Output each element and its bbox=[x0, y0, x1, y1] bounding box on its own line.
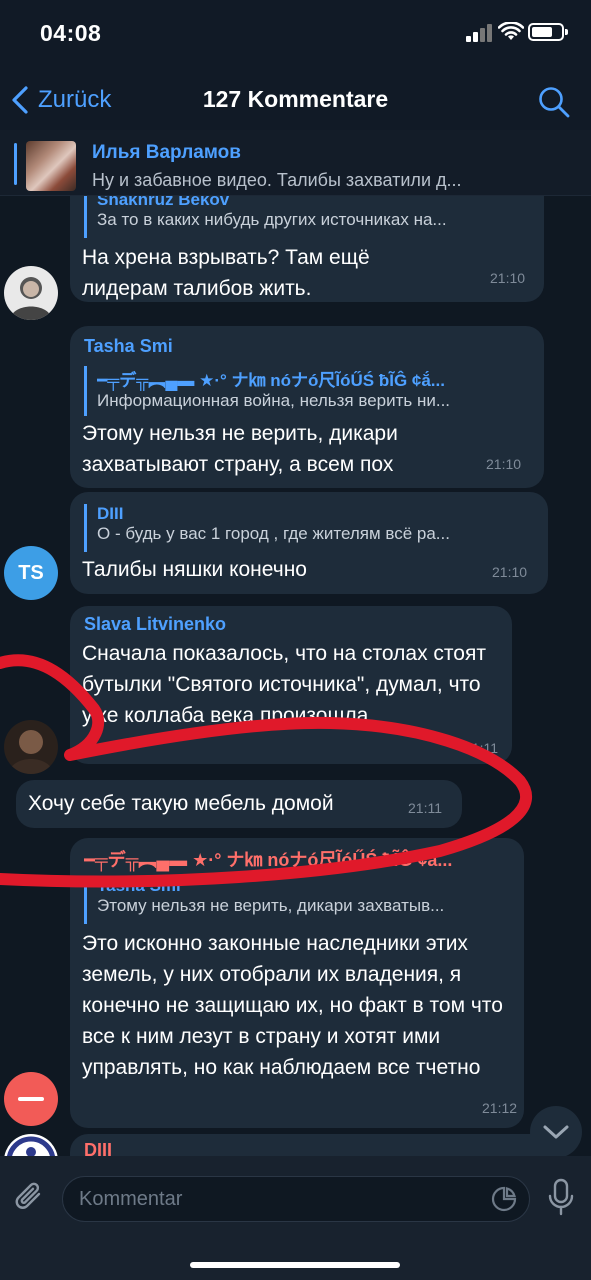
avatar-initials: TS bbox=[18, 561, 44, 584]
comment-time: 21:10 bbox=[490, 270, 526, 286]
sender-name: ━╤デ╦︻▄▬ ★·° ナ㎞ nóナó尺ĨóŰŚ ƀĨĜ ¢ắ... bbox=[84, 850, 453, 870]
comments-list[interactable]: Shakhruz Bekov За то в каких нибудь друг… bbox=[0, 196, 591, 1156]
comment-time: 21:11 bbox=[408, 800, 442, 816]
comment-text: Это исконно законные наследники этих зем… bbox=[82, 932, 503, 1079]
chevron-down-icon bbox=[543, 1125, 569, 1139]
reply-quote[interactable]: ━╤デ╦︻▄▬ ★·° ナ㎞ nóナó尺ĨóŰŚ ƀĨĜ ¢ắ... Инфор… bbox=[84, 366, 530, 416]
comment-bubble[interactable]: Tasha Smi ━╤デ╦︻▄▬ ★·° ナ㎞ nóナó尺ĨóŰŚ ƀĨĜ ¢… bbox=[70, 326, 544, 488]
avatar[interactable]: TS bbox=[4, 546, 58, 600]
home-indicator[interactable] bbox=[190, 1262, 400, 1268]
page-title: 127 Kommentare bbox=[202, 86, 389, 112]
comment-bubble[interactable]: ━╤デ╦︻▄▬ ★·° ナ㎞ nóナó尺ĨóŰŚ ƀĨĜ ¢ắ... Tasha… bbox=[70, 838, 524, 1128]
minus-icon bbox=[18, 1097, 44, 1101]
comment-time: 21:11 bbox=[464, 740, 498, 756]
person-avatar-icon bbox=[10, 277, 52, 320]
comment-text: Хочу себе такую мебель домой bbox=[28, 792, 334, 815]
person-avatar-icon bbox=[8, 730, 54, 774]
quote-author: ━╤デ╦︻▄▬ ★·° ナ㎞ nóナó尺ĨóŰŚ ƀĨĜ ¢ắ... bbox=[97, 371, 445, 390]
pinned-preview: Ну и забавное видео. Талибы захватили д.… bbox=[92, 170, 462, 190]
comment-text: На хрена взрывать? Там ещё лидерам талиб… bbox=[82, 246, 370, 300]
logo-avatar-icon bbox=[7, 1136, 55, 1156]
reply-quote[interactable]: Tasha Smi Этому нельзя не верить, дикари… bbox=[84, 876, 512, 924]
sender-name: DIII bbox=[84, 1140, 113, 1156]
reply-quote[interactable]: Shakhruz Bekov За то в каких нибудь друг… bbox=[84, 196, 530, 238]
battery-icon bbox=[528, 23, 568, 41]
sender-name: Tasha Smi bbox=[84, 336, 173, 356]
comment-bubble[interactable]: Slava Litvinenko Сначала показалось, что… bbox=[70, 606, 512, 764]
quote-text: Информационная война, нельзя верить ни..… bbox=[97, 391, 451, 410]
comment-text: Талибы няшки конечно bbox=[82, 558, 307, 581]
avatar[interactable] bbox=[4, 720, 58, 774]
wifi-icon bbox=[498, 22, 524, 40]
clock: 04:08 bbox=[40, 20, 102, 46]
pinned-author: Илья Варламов bbox=[92, 142, 241, 163]
quote-author: DIII bbox=[97, 504, 124, 523]
avatar[interactable] bbox=[4, 266, 58, 320]
quote-text: О - будь у вас 1 город , где жителям всё… bbox=[97, 524, 450, 543]
quote-bar bbox=[14, 143, 17, 185]
cellular-signal-icon bbox=[466, 24, 494, 42]
nav-bar: Zurück 127 Kommentare bbox=[0, 72, 591, 130]
microphone-icon[interactable] bbox=[548, 1178, 574, 1216]
quote-author: Shakhruz Bekov bbox=[97, 196, 230, 209]
comment-bubble[interactable]: Shakhruz Bekov За то в каких нибудь друг… bbox=[70, 196, 544, 302]
comment-bubble[interactable]: Хочу себе такую мебель домой 21:11 bbox=[16, 780, 462, 828]
comment-time: 21:12 bbox=[482, 1100, 518, 1116]
search-icon[interactable] bbox=[537, 85, 571, 119]
avatar[interactable] bbox=[4, 1134, 58, 1156]
quote-author: Tasha Smi bbox=[97, 876, 181, 895]
comment-bubble[interactable]: DIII О - будь у вас 1 город , где жителя… bbox=[70, 492, 548, 594]
scroll-down-button[interactable] bbox=[530, 1106, 582, 1156]
avatar[interactable] bbox=[4, 1072, 58, 1126]
post-thumbnail bbox=[26, 141, 76, 191]
sticker-icon[interactable] bbox=[491, 1186, 517, 1212]
sender-name: Slava Litvinenko bbox=[84, 614, 227, 634]
comment-input-placeholder: Kommentar bbox=[79, 1188, 183, 1210]
comment-time: 21:10 bbox=[492, 564, 528, 580]
comment-text: Сначала показалось, что на столах стоят … bbox=[82, 642, 486, 727]
pinned-post[interactable]: Илья Варламов Ну и забавное видео. Талиб… bbox=[0, 130, 591, 196]
comment-input[interactable]: Kommentar bbox=[62, 1176, 530, 1222]
reply-quote[interactable]: DIII О - будь у вас 1 город , где жителя… bbox=[84, 504, 534, 552]
quote-text: За то в каких нибудь других источниках н… bbox=[97, 210, 447, 229]
comment-time: 21:10 bbox=[486, 456, 522, 472]
comment-text: Этому нельзя не верить, дикари захватыва… bbox=[82, 422, 398, 476]
comment-bubble[interactable]: DIII bbox=[70, 1134, 554, 1156]
status-bar: 04:08 bbox=[0, 0, 591, 72]
paperclip-icon[interactable] bbox=[14, 1180, 46, 1214]
quote-text: Этому нельзя не верить, дикари захватыв.… bbox=[97, 896, 445, 915]
